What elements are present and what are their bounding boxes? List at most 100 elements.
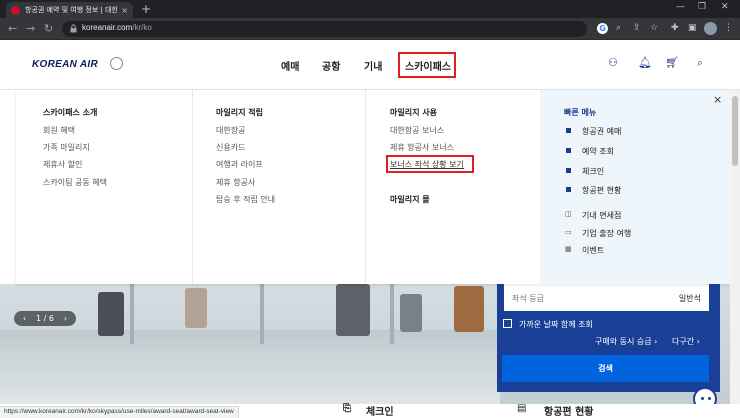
notification-bell-icon[interactable]: 🔔︎: [638, 56, 652, 69]
quick-menu-panel: 빠른 메뉴 항공권 예매 예약 조회 체크인 항공편 현황 ◫ 기내 면세점 ▭…: [540, 90, 730, 284]
nearby-dates-checkbox[interactable]: [503, 319, 512, 328]
mileage-mall-heading[interactable]: 마일리지 몰: [390, 194, 430, 205]
zoom-icon[interactable]: ⌕: [616, 23, 621, 34]
skyteam-logo-icon[interactable]: [110, 57, 123, 70]
site-header: KOREAN AIR 예매 공항 기내 스카이패스 ⚇ 🔔︎ 🛒︎ ⌕: [0, 40, 740, 90]
seat-class-select[interactable]: 좌석 등급 일반석: [504, 284, 709, 311]
window-pillar: [390, 284, 394, 344]
earn-mileage-heading[interactable]: 마일리지 적립: [216, 107, 263, 118]
menu-family-mileage[interactable]: 가족 마일리지: [43, 142, 90, 153]
profile-avatar[interactable]: [704, 22, 717, 35]
checkin-link[interactable]: 체크인: [366, 403, 394, 418]
new-tab-button[interactable]: +: [141, 2, 151, 16]
url-text: koreanair.com/kr/ko: [82, 23, 152, 32]
korean-air-favicon-icon: [11, 5, 20, 15]
menu-member-benefits[interactable]: 회원 혜택: [43, 125, 75, 136]
bullet-icon: [566, 187, 571, 192]
nav-booking[interactable]: 예매: [281, 58, 299, 73]
search-icon[interactable]: ⌕: [697, 56, 703, 70]
extensions-icon[interactable]: ✚: [671, 23, 679, 34]
carousel-pager: ‹ 1 / 6 ›: [14, 311, 76, 326]
seat-class-value: 일반석: [678, 294, 701, 303]
search-button[interactable]: 검색: [502, 355, 709, 382]
flight-status-icon: ▤: [517, 403, 527, 414]
browser-tab[interactable]: 항공권 예약 및 여행 정보 | 대한항공 ×: [6, 2, 133, 18]
bullet-icon: [566, 168, 571, 173]
event-icon: ▦: [565, 245, 572, 253]
column-divider: [365, 90, 366, 284]
hero-floor: [0, 330, 500, 404]
upgrade-link[interactable]: 구매와 동시 승급 ›: [595, 336, 657, 347]
quick-business-travel[interactable]: 기업 출장 여행: [582, 228, 631, 239]
seat-class-label: 좌석 등급: [512, 294, 544, 303]
user-icon[interactable]: ⚇: [608, 56, 618, 69]
url-path: /kr/ko: [132, 23, 152, 32]
menu-earn-partner-airline[interactable]: 제휴 항공사: [216, 177, 255, 188]
business-travel-icon: ▭: [565, 228, 572, 236]
menu-partner-discount[interactable]: 제휴사 할인: [43, 159, 82, 170]
menu-earn-korean-air[interactable]: 대한항공: [216, 125, 245, 136]
menu-korean-air-bonus[interactable]: 대한항공 보너스: [390, 125, 444, 136]
carousel-page-indicator: 1 / 6: [36, 314, 54, 323]
browser-toolbar: ← → ↻ koreanair.com/kr/ko G ⌕ ⇪ ☆ ✚ ▣ ⋮: [0, 18, 740, 40]
window-close-icon[interactable]: ✕: [721, 2, 729, 12]
menu-earn-after-flight[interactable]: 탑승 후 적립 안내: [216, 194, 275, 205]
use-mileage-heading[interactable]: 마일리지 사용: [390, 107, 437, 118]
skypass-highlight-box: [398, 52, 456, 78]
chatbot-eye: [708, 397, 711, 400]
nav-inflight[interactable]: 기내: [364, 58, 382, 73]
quick-menu-title: 빠른 메뉴: [564, 108, 597, 117]
quick-duty-free[interactable]: 기내 면세점: [582, 210, 621, 221]
window-pillar: [130, 284, 134, 344]
quick-reservation-lookup[interactable]: 예약 조회: [582, 146, 614, 157]
quick-event[interactable]: 이벤트: [582, 245, 604, 256]
checkin-icon: ⎘: [343, 403, 351, 414]
maximize-icon[interactable]: ❐: [698, 2, 706, 12]
tab-close-icon[interactable]: ×: [121, 6, 128, 15]
back-icon[interactable]: ←: [8, 22, 17, 35]
browser-menu-icon[interactable]: ⋮: [724, 23, 733, 34]
lock-icon: [70, 24, 77, 33]
award-seat-highlight-box: [386, 155, 474, 173]
suitcase-image: [454, 286, 484, 332]
quick-book-ticket[interactable]: 항공권 예매: [582, 126, 621, 137]
menu-earn-credit-card[interactable]: 신용카드: [216, 142, 245, 153]
menu-partner-bonus[interactable]: 제휴 항공사 보너스: [390, 142, 454, 153]
bookmark-star-icon[interactable]: ☆: [650, 23, 658, 34]
scrollbar-thumb[interactable]: [732, 96, 738, 166]
quick-flight-status[interactable]: 항공편 현황: [582, 185, 621, 196]
suitcase-image: [400, 294, 422, 332]
carousel-next-icon[interactable]: ›: [64, 314, 67, 323]
bullet-icon: [566, 128, 571, 133]
column-divider: [192, 90, 193, 284]
forward-icon[interactable]: →: [26, 22, 35, 35]
nav-airport[interactable]: 공항: [322, 58, 340, 73]
suitcase-image: [185, 288, 207, 328]
chatbot-eye: [701, 397, 704, 400]
menu-earn-travel-life[interactable]: 여행과 라이프: [216, 159, 263, 170]
minimize-icon[interactable]: —: [676, 2, 685, 12]
suitcase-image: [98, 292, 124, 336]
cart-icon[interactable]: 🛒︎: [665, 56, 679, 69]
duty-free-icon: ◫: [565, 210, 572, 218]
quick-checkin[interactable]: 체크인: [582, 166, 604, 177]
page-scrollbar[interactable]: [730, 90, 740, 404]
mega-menu-close-icon[interactable]: ×: [713, 93, 722, 106]
google-icon[interactable]: G: [597, 23, 608, 34]
address-bar[interactable]: koreanair.com/kr/ko: [62, 21, 587, 37]
flight-status-link[interactable]: 항공편 현황: [544, 403, 593, 418]
multi-city-link[interactable]: 다구간 ›: [672, 336, 700, 347]
browser-tabstrip: 항공권 예약 및 여행 정보 | 대한항공 × + — ❐ ✕: [0, 0, 740, 18]
side-panel-icon[interactable]: ▣: [688, 23, 697, 34]
carousel-prev-icon[interactable]: ‹: [23, 314, 26, 323]
tab-title: 항공권 예약 및 여행 정보 | 대한항공: [25, 6, 118, 14]
korean-air-logo[interactable]: KOREAN AIR: [32, 59, 98, 70]
share-icon[interactable]: ⇪: [633, 23, 641, 34]
suitcase-image: [336, 284, 370, 336]
skypass-intro-heading[interactable]: 스카이패스 소개: [43, 107, 97, 118]
bullet-icon: [566, 148, 571, 153]
menu-skyteam-benefits[interactable]: 스카이팀 공동 혜택: [43, 177, 107, 188]
status-bar-url: https://www.koreanair.com/kr/ko/skypass/…: [0, 406, 239, 418]
nearby-dates-label: 가까운 날짜 함께 조회: [519, 320, 593, 329]
reload-icon[interactable]: ↻: [44, 22, 53, 35]
